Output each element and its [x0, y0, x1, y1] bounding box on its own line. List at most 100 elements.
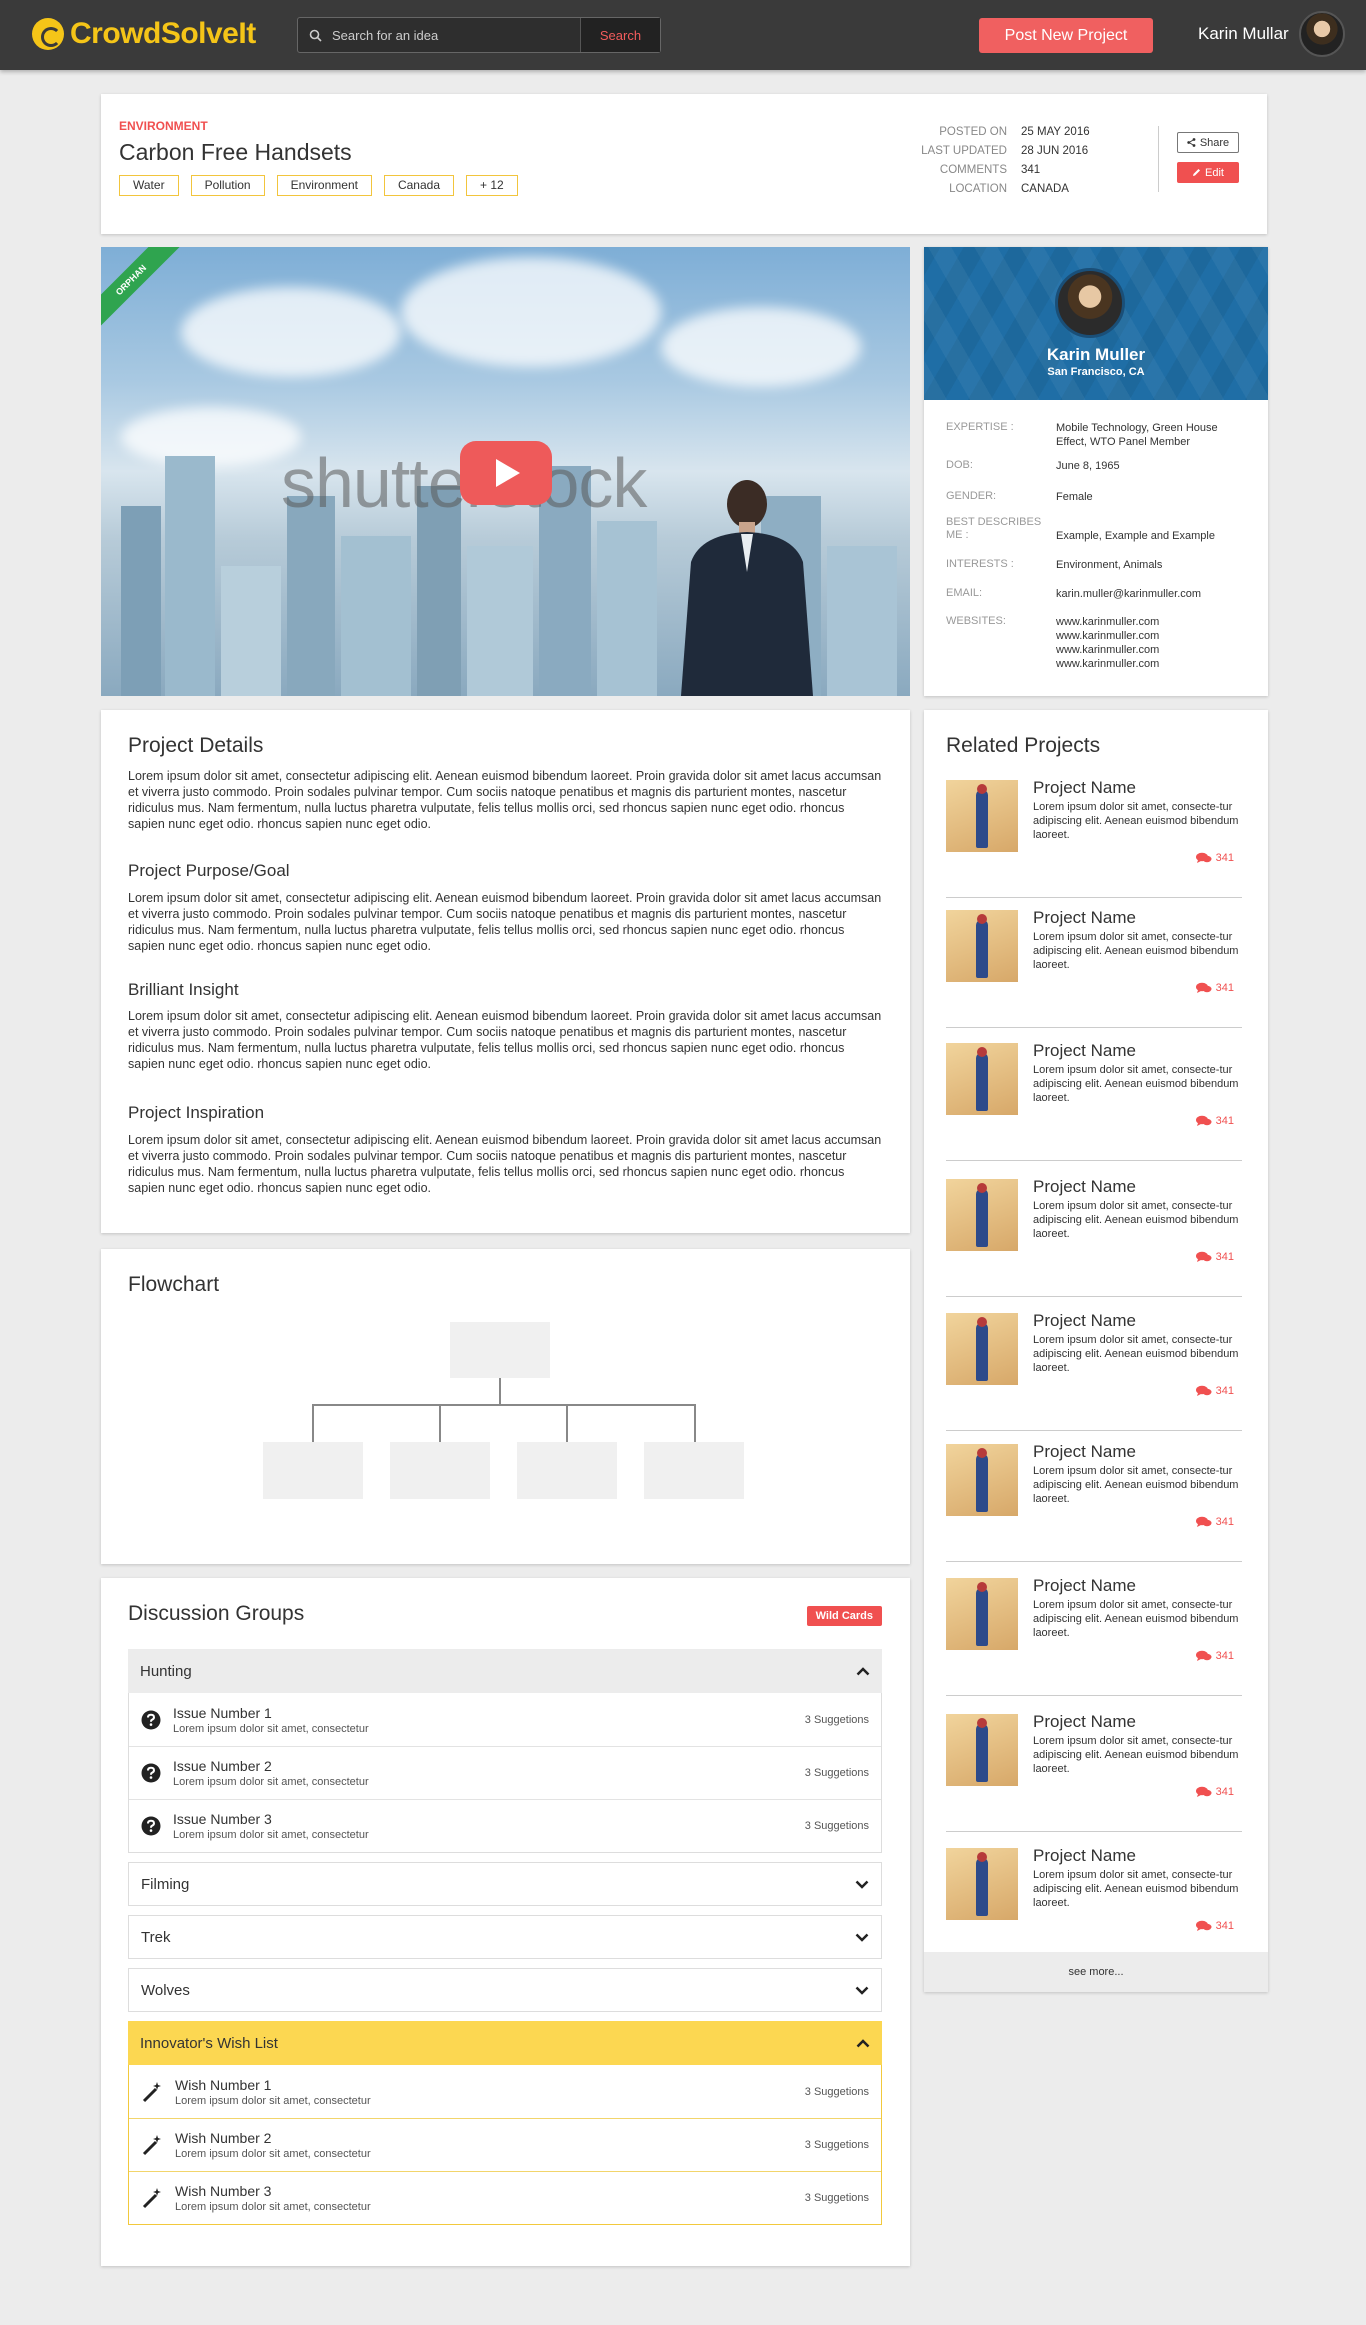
- tag-chip[interactable]: Environment: [276, 175, 372, 196]
- related-projects-card: Related Projects Project Name Lorem ipsu…: [924, 710, 1268, 1992]
- comments-icon: [1195, 1251, 1212, 1262]
- group-header-trek[interactable]: Trek: [128, 1915, 882, 1959]
- question-icon: [141, 1763, 161, 1783]
- purpose-body: Lorem ipsum dolor sit amet, consectetur …: [128, 891, 882, 953]
- tag-chip[interactable]: Canada: [383, 175, 455, 196]
- user-name[interactable]: Karin Mullar: [1198, 24, 1289, 44]
- list-item[interactable]: Issue Number 2 Lorem ipsum dolor sit amet…: [129, 1746, 881, 1799]
- wild-cards-button[interactable]: Wild Cards: [806, 1606, 882, 1626]
- project-description: Lorem ipsum dolor sit amet, consecte-tur…: [1033, 1200, 1239, 1240]
- comment-count-value: 341: [1215, 1920, 1234, 1932]
- chevron-up-icon: [856, 1666, 870, 1675]
- comment-count: 341: [1195, 1786, 1234, 1798]
- group-body-wish-list: Wish Number 1 Lorem ipsum dolor sit amet,…: [128, 2065, 882, 2225]
- meta-row: LAST UPDATED 28 JUN 2016: [921, 145, 1090, 164]
- field-label: DOB:: [946, 459, 973, 471]
- related-project-item[interactable]: Project Name Lorem ipsum dolor sit amet,…: [946, 1566, 1242, 1696]
- building: [287, 496, 335, 696]
- project-thumbnail: [946, 1714, 1018, 1786]
- related-project-item[interactable]: Project Name Lorem ipsum dolor sit amet,…: [946, 1836, 1242, 1966]
- group-header-wish-list[interactable]: Innovator's Wish List: [128, 2021, 882, 2065]
- comment-count-value: 341: [1215, 852, 1234, 864]
- project-thumbnail: [946, 1043, 1018, 1115]
- flowchart-connector: [439, 1404, 441, 1442]
- comments-icon: [1195, 1786, 1212, 1797]
- list-item[interactable]: Wish Number 1 Lorem ipsum dolor sit amet,…: [129, 2065, 881, 2118]
- profile-name[interactable]: Karin Muller: [924, 345, 1268, 365]
- profile-field-best-describes: BEST DESCRIBES ME : Example, Example and …: [946, 516, 1246, 543]
- flowchart-child-node[interactable]: [517, 1442, 617, 1499]
- building: [165, 456, 215, 696]
- tag-chip[interactable]: Pollution: [190, 175, 265, 196]
- list-item[interactable]: Wish Number 3 Lorem ipsum dolor sit amet,…: [129, 2171, 881, 2224]
- list-item[interactable]: Issue Number 1 Lorem ipsum dolor sit amet…: [129, 1693, 881, 1746]
- email-link[interactable]: karin.muller@karinmuller.com: [1056, 587, 1246, 601]
- play-button-icon[interactable]: [460, 441, 552, 505]
- project-description: Lorem ipsum dolor sit amet, consecte-tur…: [1033, 1334, 1239, 1374]
- pencil-icon: [1193, 169, 1201, 176]
- more-tags-chip[interactable]: + 12: [466, 175, 518, 196]
- comment-count-value: 341: [1215, 982, 1234, 994]
- related-project-item[interactable]: Project Name Lorem ipsum dolor sit amet,…: [946, 1301, 1242, 1431]
- building: [121, 506, 161, 696]
- suggestion-count: 3 Suggetions: [804, 2085, 869, 2098]
- building: [597, 521, 657, 696]
- website-links[interactable]: www.karinmuller.com www.karinmuller.com …: [1056, 615, 1246, 671]
- building: [341, 536, 411, 696]
- user-avatar[interactable]: [1299, 11, 1345, 57]
- divider: [946, 1695, 1242, 1696]
- flowchart-card: Flowchart: [101, 1249, 910, 1564]
- top-navigation-bar: CrowdSolveIt Search Post New Project Kar…: [0, 0, 1366, 70]
- flowchart-connector: [312, 1404, 314, 1442]
- list-item[interactable]: Wish Number 2 Lorem ipsum dolor sit amet,…: [129, 2118, 881, 2171]
- logo[interactable]: CrowdSolveIt: [32, 17, 256, 51]
- comments-icon: [1195, 1920, 1212, 1931]
- comment-count-value: 341: [1215, 1516, 1234, 1528]
- project-name: Project Name: [1033, 778, 1136, 797]
- divider: [946, 1831, 1242, 1832]
- flowchart-child-node[interactable]: [390, 1442, 490, 1499]
- profile-location: San Francisco, CA: [1047, 366, 1145, 378]
- project-meta: POSTED ON 25 MAY 2016 LAST UPDATED 28 JUN …: [921, 126, 1090, 202]
- meta-value: 25 MAY 2016: [1021, 126, 1090, 138]
- related-project-item[interactable]: Project Name Lorem ipsum dolor sit amet,…: [946, 1031, 1242, 1161]
- suggestion-count: 3 Suggetions: [804, 1767, 869, 1779]
- profile-avatar[interactable]: [1055, 268, 1125, 338]
- group-title: Trek: [141, 1928, 171, 1946]
- related-project-item[interactable]: Project Name Lorem ipsum dolor sit amet,…: [946, 1432, 1242, 1562]
- related-project-item[interactable]: Project Name Lorem ipsum dolor sit amet,…: [946, 898, 1242, 1028]
- project-video[interactable]: ORPHAN shutterstock: [101, 247, 910, 696]
- chevron-up-icon: [856, 2038, 870, 2047]
- comments-icon: [1195, 852, 1212, 863]
- search-input[interactable]: [332, 18, 580, 52]
- related-project-item[interactable]: Project Name Lorem ipsum dolor sit amet,…: [946, 1167, 1242, 1297]
- edit-button[interactable]: Edit: [1177, 162, 1239, 183]
- flowchart-child-node[interactable]: [644, 1442, 744, 1499]
- tag-chip[interactable]: Water: [119, 175, 179, 196]
- profile-field-interests: INTERESTS : Environment, Animals: [946, 558, 1246, 572]
- group-header-hunting[interactable]: Hunting: [128, 1649, 882, 1693]
- comment-count-value: 341: [1215, 1786, 1234, 1798]
- list-item[interactable]: Issue Number 3 Lorem ipsum dolor sit amet…: [129, 1799, 881, 1852]
- field-label: INTERESTS :: [946, 558, 1014, 570]
- flowchart-child-node[interactable]: [263, 1442, 363, 1499]
- field-value: June 8, 1965: [1056, 460, 1120, 472]
- flowchart-root-node[interactable]: [450, 1322, 550, 1378]
- post-new-project-button[interactable]: Post New Project: [979, 18, 1153, 53]
- comment-count-value: 341: [1215, 1650, 1234, 1662]
- related-project-item[interactable]: Project Name Lorem ipsum dolor sit amet,…: [946, 768, 1242, 898]
- edit-label: Edit: [1205, 166, 1224, 179]
- magic-wand-icon: [142, 2135, 161, 2156]
- search-button[interactable]: Search: [580, 18, 660, 52]
- businessman-figure: [681, 480, 813, 696]
- question-icon: [141, 1816, 161, 1836]
- item-text: Issue Number 2 Lorem ipsum dolor sit amet…: [173, 1758, 369, 1788]
- field-value: Mobile Technology, Green House Effect, W…: [1056, 422, 1218, 448]
- share-button[interactable]: Share: [1177, 132, 1239, 153]
- group-header-filming[interactable]: Filming: [128, 1862, 882, 1906]
- group-header-wolves[interactable]: Wolves: [128, 1968, 882, 2012]
- related-project-item[interactable]: Project Name Lorem ipsum dolor sit amet,…: [946, 1702, 1242, 1832]
- search-bar: Search: [297, 17, 661, 53]
- see-more-link[interactable]: see more...: [924, 1952, 1268, 1992]
- comments-icon: [1195, 982, 1212, 993]
